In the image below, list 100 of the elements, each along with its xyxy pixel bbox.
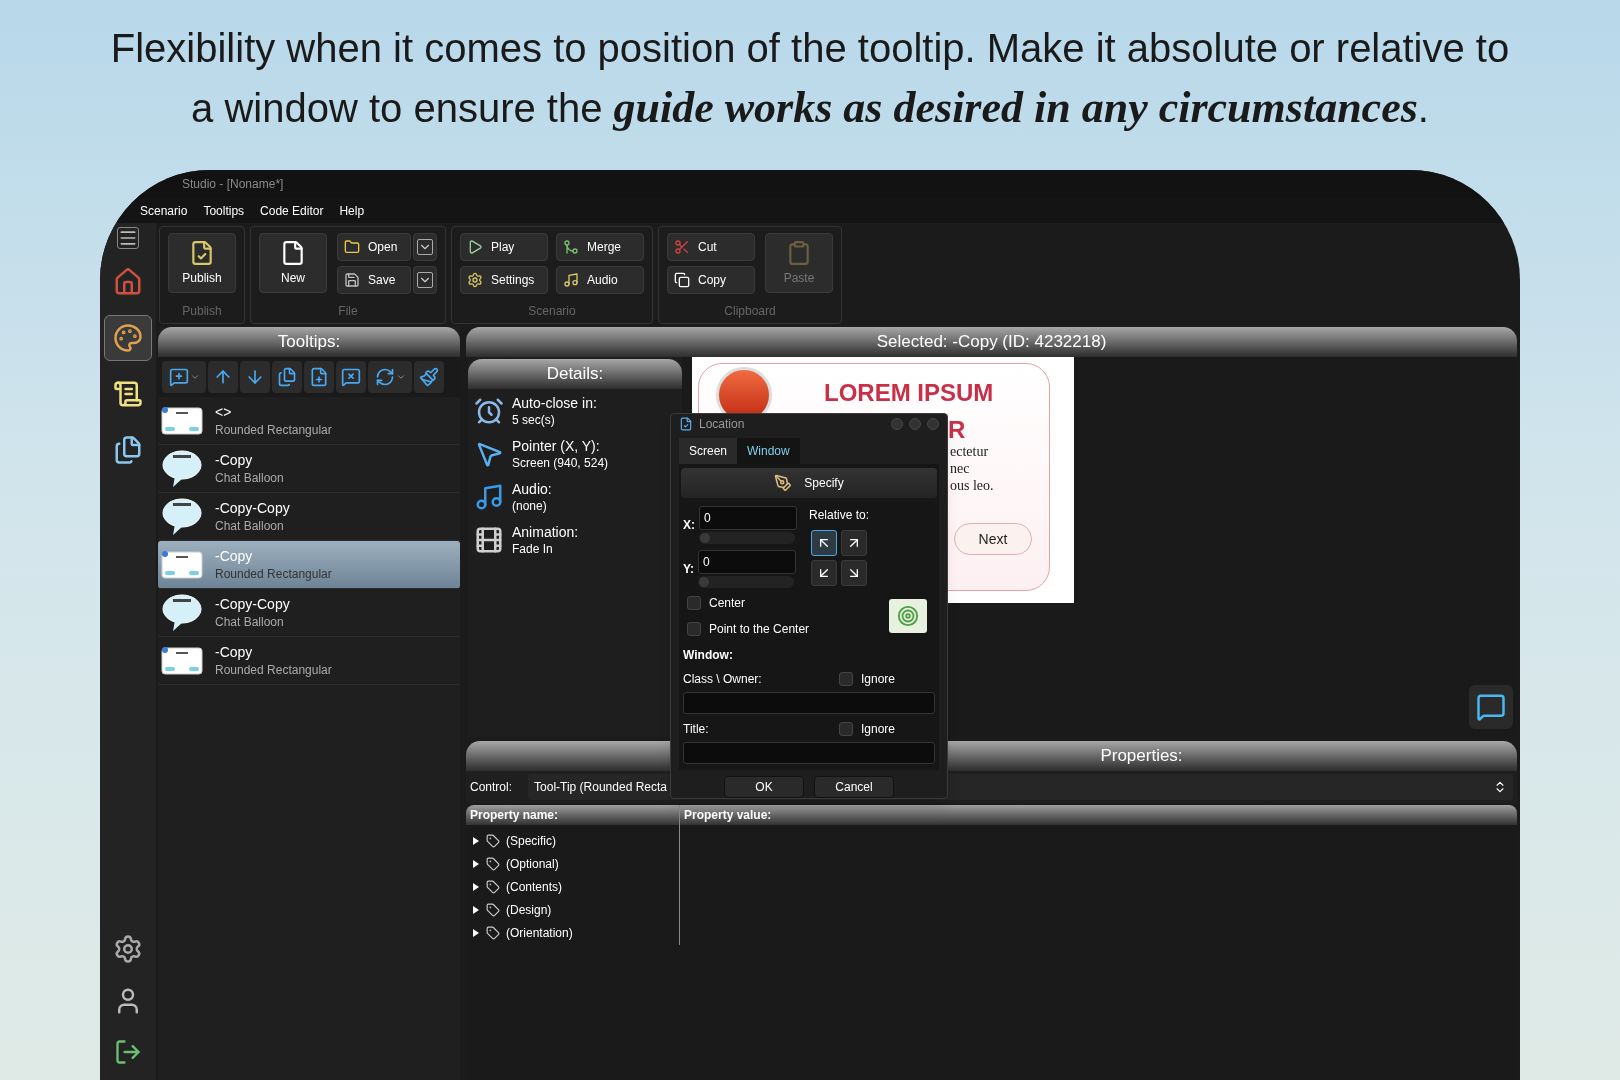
checkbox-label: Center (709, 595, 746, 612)
ribbon-button[interactable]: Merge (556, 233, 644, 261)
anchor-button[interactable] (811, 530, 837, 556)
property-name: (Orientation) (506, 924, 573, 942)
toolbar-button[interactable] (414, 361, 444, 393)
slider-thumb[interactable] (698, 576, 711, 588)
tooltip-title: R (948, 415, 966, 445)
detail-label: Auto-close in: (512, 393, 597, 412)
tooltip-text: ous leo. (950, 477, 994, 494)
ribbon-button[interactable]: Audio (556, 266, 644, 294)
tooltip-list-item[interactable]: -Copy Rounded Rectangular (158, 541, 460, 589)
toolbar-button[interactable] (208, 361, 238, 393)
ribbon-button[interactable]: Settings (460, 266, 548, 294)
tooltip-list-item[interactable]: -Copy Rounded Rectangular (158, 637, 460, 685)
property-row[interactable]: (Optional) (466, 852, 679, 875)
anchor-button[interactable] (841, 560, 867, 586)
house-icon (113, 267, 143, 297)
tooltip-list-item[interactable]: -Copy Chat Balloon (158, 445, 460, 493)
checkbox[interactable] (687, 596, 701, 610)
ribbon-button[interactable]: Save (337, 266, 411, 294)
checkbox[interactable] (838, 672, 853, 686)
property-row[interactable]: (Specific) (466, 829, 679, 852)
tooltip-list-item[interactable]: <> Rounded Rectangular (158, 397, 460, 445)
detail-value: (none) (512, 497, 548, 514)
menu-item[interactable]: Scenario (140, 201, 188, 220)
dialog-title: Location (699, 416, 745, 433)
checkbox-label: Ignore (860, 671, 895, 688)
brush-icon (419, 367, 439, 387)
settings-icon[interactable] (113, 934, 143, 964)
copy-icon (674, 272, 690, 288)
headline: Flexibility when it comes to position of the tooltip. Make it absolute or relative to a window to ensure the guide works as desired in any circumstances. (110, 25, 1510, 134)
merge-icon (563, 239, 579, 255)
settings-icon (467, 272, 483, 288)
toolbar-button[interactable] (304, 361, 334, 393)
ribbon-button[interactable]: New (259, 233, 327, 293)
group-label: File (338, 303, 358, 320)
coordinate-label: X: (683, 517, 695, 534)
menu-item[interactable]: Tooltips (203, 201, 245, 220)
column-header: Property name: (466, 805, 680, 825)
tag-icon (486, 902, 500, 917)
slider-thumb[interactable] (699, 532, 711, 544)
menu-item[interactable]: Help (339, 201, 365, 220)
exit-icon[interactable] (114, 1038, 142, 1066)
coordinate-field[interactable]: 0 (699, 506, 797, 530)
toolbar-button[interactable] (272, 361, 302, 393)
balloon-thumbnail (161, 592, 203, 633)
ribbon-button[interactable]: Open (337, 233, 411, 261)
property-name: (Design) (506, 901, 552, 919)
nav-button[interactable] (104, 315, 152, 361)
input-field[interactable] (683, 692, 935, 714)
column-header: Property value: (683, 807, 773, 824)
dropdown-button[interactable] (413, 233, 437, 261)
tooltip-name: -Copy-Copy (215, 498, 290, 517)
ribbon-button[interactable]: Copy (667, 266, 755, 294)
tooltip-name: <> (215, 402, 233, 421)
section-label: Window: (682, 647, 734, 664)
toolbar-button[interactable] (240, 361, 270, 393)
folder-icon (344, 239, 360, 255)
anchor-button[interactable] (811, 560, 837, 586)
coordinate-field[interactable]: 0 (698, 550, 797, 574)
ribbon-button[interactable]: Publish (168, 233, 236, 293)
dialog-button[interactable]: OK (724, 776, 804, 798)
dialog-tab[interactable]: Window (737, 438, 800, 464)
add-page-icon (309, 367, 329, 387)
scissors-icon (674, 239, 690, 255)
palette-icon (113, 323, 143, 353)
property-row[interactable]: (Orientation) (466, 921, 679, 944)
ribbon-button[interactable]: Cut (667, 233, 755, 261)
input-field[interactable] (683, 742, 935, 764)
tag-icon (486, 833, 500, 848)
toolbar-button[interactable] (162, 361, 206, 393)
property-row[interactable]: (Design) (466, 898, 679, 921)
dropdown-button[interactable] (413, 266, 437, 294)
detail-value: Screen (940, 524) (512, 454, 609, 471)
dialog-tab[interactable]: Screen (679, 438, 738, 464)
property-row[interactable]: (Contents) (466, 875, 679, 898)
checkbox[interactable] (838, 722, 853, 736)
dialog-button[interactable]: Cancel (814, 776, 894, 798)
anchor-button[interactable] (841, 530, 867, 556)
next-button[interactable]: Next (954, 523, 1032, 555)
specify-button[interactable]: Specify (681, 468, 937, 498)
center-target-icon (889, 599, 927, 633)
refresh-icon (374, 367, 395, 387)
card-thumbnail (161, 645, 203, 676)
toolbar-button[interactable] (336, 361, 366, 393)
window-title: Studio - [Noname*] (182, 176, 284, 193)
toolbar-button[interactable] (368, 361, 412, 393)
checkbox[interactable] (687, 622, 701, 636)
control-label: Control: (470, 779, 513, 796)
tooltip-name: -Copy-Copy (215, 594, 290, 613)
tag-icon (486, 856, 500, 871)
pen-icon (774, 474, 793, 492)
tag-icon (486, 925, 500, 940)
menu-item[interactable]: Code Editor (260, 201, 324, 220)
menu-icon[interactable] (117, 227, 139, 249)
panel-header: Tooltips: (158, 327, 460, 357)
chevron-down-icon (417, 272, 433, 288)
detail-label: Pointer (X, Y): (512, 436, 601, 455)
tooltip-list-item[interactable]: -Copy-Copy Chat Balloon (158, 589, 460, 637)
ribbon-button[interactable]: Play (460, 233, 548, 261)
